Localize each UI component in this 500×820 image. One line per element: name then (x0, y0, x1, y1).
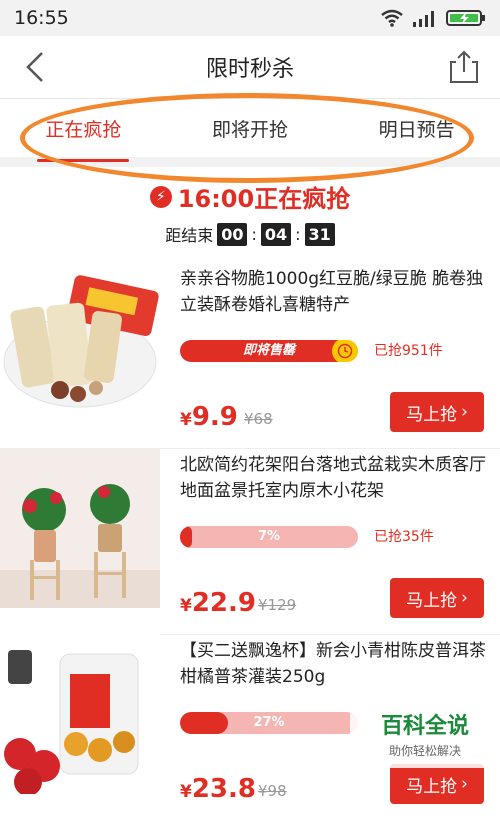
watermark: 百科全说 助你轻松解决 (350, 712, 500, 768)
page-title: 限时秒杀 (205, 57, 294, 82)
status-icons (380, 9, 486, 27)
session-tabs: 正在疯抢 即将开抢 明日预告 (0, 99, 500, 167)
stock-progress-label: 27% (253, 715, 285, 730)
countdown-hours: 00 (217, 222, 248, 246)
sale-price-value: 23.8 (191, 774, 256, 804)
lightning-icon: ⚡ (149, 185, 172, 208)
stock-progress-bar: 即将售罄 (180, 340, 358, 362)
sale-price-value: 9.9 (191, 402, 238, 432)
sold-count: 已抢951件 (374, 343, 443, 359)
countdown-separator: : (251, 224, 257, 244)
countdown-minutes: 04 (260, 222, 292, 246)
product-title[interactable]: 【买二送飘逸杯】新会小青柑陈皮普洱茶柑橘普茶灌装250g (180, 638, 490, 690)
back-arrow-icon[interactable] (20, 50, 50, 84)
tab-now-selling[interactable]: 正在疯抢 (37, 109, 130, 162)
countdown-separator: : (295, 224, 301, 244)
chevron-right-icon: › (461, 402, 468, 422)
product-card[interactable]: 亲亲谷物脆1000g红豆脆/绿豆脆 脆卷独立装酥卷婚礼喜糖特产 即将售罄 已抢9… (0, 262, 500, 449)
share-icon[interactable] (448, 50, 480, 84)
stock-progress-bar: 7% (180, 526, 358, 548)
product-title[interactable]: 北欧简约花架阳台落地式盆栽实木质客厅地面盆景托室内原木小花架 (180, 452, 490, 504)
product-card[interactable]: 北欧简约花架阳台落地式盆栽实木质客厅地面盆景托室内原木小花架 7% 已抢35件 … (0, 448, 500, 635)
buy-now-button[interactable]: 马上抢 › (390, 578, 484, 618)
sale-price: ¥22.9 (180, 588, 256, 618)
watermark-main: 百科全说 (380, 714, 469, 739)
chevron-right-icon: › (461, 588, 468, 608)
stock-progress-label: 7% (257, 529, 281, 544)
clock-icon (332, 340, 358, 362)
product-image-flower-stand[interactable] (0, 448, 160, 608)
currency-symbol: ¥ (180, 596, 192, 616)
buy-now-button[interactable]: 马上抢 › (390, 764, 484, 804)
signal-icon (413, 11, 434, 27)
tab-coming-soon[interactable]: 即将开抢 (206, 109, 294, 148)
wifi-icon (381, 9, 403, 27)
status-bar: 16:55 (0, 0, 500, 36)
session-heading-text: 16:00正在疯抢 (177, 185, 351, 213)
original-price: ¥98 (258, 782, 287, 800)
buy-now-button[interactable]: 马上抢 › (390, 392, 484, 432)
currency-symbol: ¥ (180, 410, 192, 430)
sale-price: ¥23.8 (180, 774, 256, 804)
sold-count: 已抢35件 (374, 529, 434, 545)
original-price: ¥129 (258, 596, 297, 614)
original-price: ¥68 (244, 410, 273, 428)
currency-symbol: ¥ (180, 782, 192, 802)
countdown-label: 距结束 (165, 226, 214, 245)
chevron-right-icon: › (461, 774, 468, 794)
buy-now-label: 马上抢 (406, 404, 458, 425)
nav-bar: 限时秒杀 (0, 36, 500, 99)
sale-price-value: 22.9 (191, 588, 256, 618)
session-header: ⚡ 16:00正在疯抢 距结束 00 : 04 : 31 (0, 167, 500, 246)
buy-now-label: 马上抢 (406, 776, 458, 797)
tab-tomorrow-preview[interactable]: 明日预告 (373, 109, 461, 148)
product-title[interactable]: 亲亲谷物脆1000g红豆脆/绿豆脆 脆卷独立装酥卷婚礼喜糖特产 (180, 266, 490, 318)
watermark-sub: 助你轻松解决 (388, 744, 461, 758)
sale-price: ¥9.9 (180, 402, 238, 432)
session-heading: ⚡ 16:00正在疯抢 (149, 179, 351, 214)
battery-charging-icon (446, 10, 485, 26)
product-image-tangerine-tea[interactable] (0, 634, 160, 794)
status-time: 16:55 (14, 7, 69, 29)
product-image-cereal-rolls[interactable] (0, 262, 160, 422)
stock-progress-bar: 27% (180, 712, 358, 734)
buy-now-label: 马上抢 (406, 590, 458, 611)
countdown-seconds: 31 (304, 222, 335, 246)
countdown: 距结束 00 : 04 : 31 (0, 222, 500, 246)
